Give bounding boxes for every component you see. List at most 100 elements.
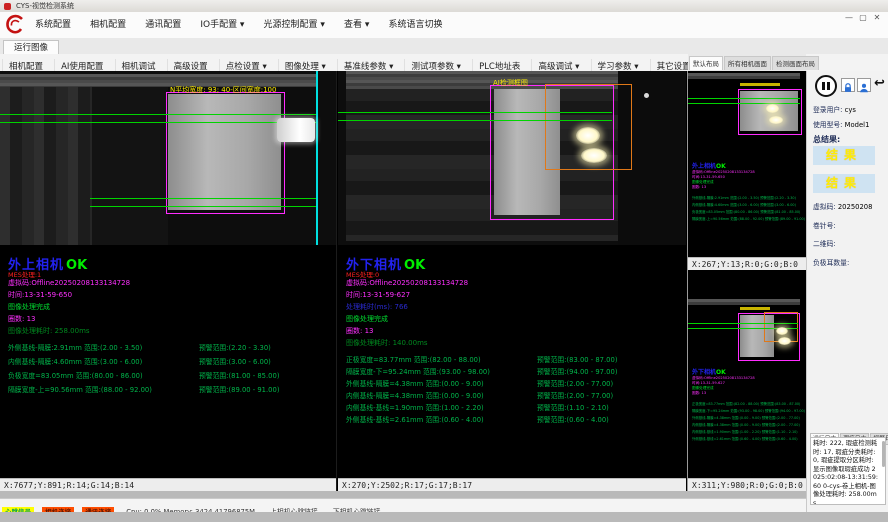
qr-code-row: 二维码: [813,238,836,248]
measure-line [90,206,318,207]
app-window: CYS-视觉检测系统 系统配置 相机配置 通讯配置 IO手配置 ▾ 光源控制配置… [0,0,888,522]
upper-camera-image[interactable]: N平均宽度: 93; 40-区间宽度:100 [0,71,336,245]
measurement-row: 正极宽度=83.77mm 范围:(82.00 - 88.00)预警范围:(83.… [346,354,682,364]
virtual-code: 虚拟码:Offline20250208133134728 [8,278,130,288]
user-switch-button[interactable] [857,78,871,92]
log-output[interactable]: 耗时: 222, 瑕疵检测耗时: 17, 瑕疵分类耗时: 0, 瑕疵提取分区耗时… [810,437,886,505]
minimize-icon[interactable]: — [842,13,856,22]
layout-tab-strip: 默认布局所有相机画面检测画面布局 [688,54,806,72]
width-annotation: N平均宽度: 93; 40-区间宽度:100 [170,85,276,95]
thumbnail-upper-statusbar: X:267;Y:13;R:0;G:0;B:0 [688,257,806,270]
lock-button[interactable] [841,78,855,92]
mini-camera-title: 外上相机OK [692,161,726,170]
tab-run-image[interactable]: 运行图像 [3,40,59,55]
measure-line [338,112,612,113]
model-row: 使用型号: Model1 [813,119,869,129]
main-view-area: N平均宽度: 93; 40-区间宽度:100 外上相机OK MES处理:1 虚拟… [0,71,806,491]
turn-count: 圈数: 13 [8,314,36,324]
cyan-ruler-line [316,71,318,245]
upper-camera-overlay: 外上相机OK MES处理:1 虚拟码:Offline20250208133134… [8,254,334,480]
virtual-code-value: 20250208 [838,203,873,211]
menu-comm-config[interactable]: 通讯配置 [138,12,188,38]
app-logo-icon [4,14,26,36]
tab-layout-default[interactable]: 默认布局 [689,56,723,70]
result-ok: OK [66,258,87,273]
login-user-value: cys [845,106,856,114]
result-ok: OK [404,258,425,273]
login-user-row: 登录用户: cys [813,104,856,114]
measurement-row: 外侧基线-隔膜=4.38mm 范围:(0.00 - 9.00)预警范围:(2.0… [346,378,682,388]
measurement-row: 内侧基线-基线=1.90mm 范围:(1.00 - 2.20)预警范围:(1.1… [346,402,682,412]
view-divider [336,71,337,491]
window-controls: —▢✕ [842,13,884,23]
tab-glow-spot [576,127,600,144]
pause-button[interactable] [815,75,837,97]
measure-line [0,114,318,115]
desktop-margin [0,512,888,522]
lower-camera-image[interactable]: AI检测框图 [338,71,686,245]
undo-arrow-icon[interactable]: ↩ [874,76,885,91]
lock-icon [842,82,854,94]
turn-count: 圈数: 13 [346,326,374,336]
reflection-dot [644,93,649,98]
tab-glow-spot [581,148,607,163]
machinery-left [0,87,92,245]
tab-connector-highlight [277,118,315,142]
result-badge-upper: 结果 [813,146,875,165]
view-tab-strip: 运行图像 [0,38,888,55]
log-scrollbar[interactable] [882,441,885,467]
menu-language-switch[interactable]: 系统语言切换 [382,12,450,38]
measure-line [90,198,318,199]
menu-light-control[interactable]: 光源控制配置 ▾ [257,12,332,38]
lower-camera-overlay: 外下相机OK MES处理:0 虚拟码:Offline20250208133134… [346,254,682,480]
capture-time: 时间:13-31-59-650 [8,290,72,300]
thumbnail-upper-view[interactable]: 外上相机OK 虚拟码:Offline20250208133134728 时间:1… [688,71,806,257]
thumbnail-lower-view[interactable]: 外下相机OK 虚拟码:Offline20250208133134728 时间:1… [688,271,806,478]
measurement-row: 外侧基线-基线=2.61mm 范围:(0.60 - 4.00)预警范围:(0.6… [346,414,682,424]
virtual-code: 虚拟码:Offline20250208133134728 [346,278,468,288]
menu-camera-config[interactable]: 相机配置 [83,12,133,38]
measure-line [0,122,318,123]
result-badge-lower: 结果 [813,174,875,193]
maximize-icon[interactable]: ▢ [856,13,870,22]
user-icon [858,82,870,94]
upper-camera-statusbar: X:7677;Y:891;R:14;G:14;B:14 [0,478,336,491]
tab-layout-all-cameras[interactable]: 所有相机画面 [724,56,771,70]
close-icon[interactable]: ✕ [870,13,884,22]
window-title: CYS-视觉检测系统 [16,2,74,10]
process-interval: 处理耗时(ms): 766 [346,302,408,312]
menu-view[interactable]: 查看 ▾ [337,12,376,38]
tab-layout-detect[interactable]: 检测画面布局 [772,56,819,70]
lower-camera-statusbar: X:270;Y:2502;R:17;G:17;B:17 [338,478,686,491]
separator-film-block [168,94,281,210]
measurement-row: 负极宽度=83.05mm 范围:(80.00 - 86.00)预警范围:(81.… [8,370,334,380]
process-status: 图像处理完成 [8,302,50,312]
mini-annotation-bar [740,307,770,310]
menu-system-config[interactable]: 系统配置 [28,12,78,38]
winding-pin-row: 卷针号: [813,220,836,230]
measurement-row: 内侧基线-隔膜=4.38mm 范围:(0.00 - 9.00)预警范围:(2.0… [346,390,682,400]
measurement-row: 外侧基线-隔膜:2.91mm 范围:(2.00 - 3.50)预警范围:(2.2… [8,342,334,352]
process-elapsed: 图像处理耗时: 140.00ms [346,338,428,348]
menu-bar: 系统配置 相机配置 通讯配置 IO手配置 ▾ 光源控制配置 ▾ 查看 ▾ 系统语… [0,12,888,39]
capture-time: 时间:13-31-59-627 [346,290,410,300]
process-elapsed: 图像处理耗时: 258.00ms [8,326,90,336]
measurement-row: 内侧基线-隔膜:4.60mm 范围:(3.00 - 6.00)预警范围:(3.0… [8,356,334,366]
app-statusbar: 心跳信号 相机连接 通讯连接 Cpu: 0.0% Memory: 3424.41… [0,498,806,512]
process-status: 图像处理完成 [346,314,388,324]
measure-line [338,120,612,121]
title-bar: CYS-视觉检测系统 [0,0,888,12]
neg-tab-count-row: 负极耳数量: [813,257,849,267]
total-result-label: 总结果: [813,134,840,145]
mini-camera-title: 外下相机OK [692,367,726,376]
measurement-row: 隔膜宽度-下=95.24mm 范围:(93.00 - 98.00)预警范围:(9… [346,366,682,376]
ai-annotation: AI检测框图 [493,78,528,88]
measurement-row: 隔膜宽度-上=90.56mm 范围:(88.00 - 92.00)预警范围:(8… [8,384,334,394]
app-icon [4,3,11,10]
model-value: Model1 [845,121,870,129]
sidebar: ↩ 登录用户: cys 使用型号: Model1 总结果: 结果 结果 虚拟码:… [806,71,888,512]
mini-annotation-bar [740,83,780,86]
virtual-code-row: 虚拟码: 20250208 [813,201,872,211]
menu-io-config[interactable]: IO手配置 ▾ [193,12,251,38]
thumbnail-lower-statusbar: X:311;Y:980;R:0;G:0;B:0 [688,478,806,491]
